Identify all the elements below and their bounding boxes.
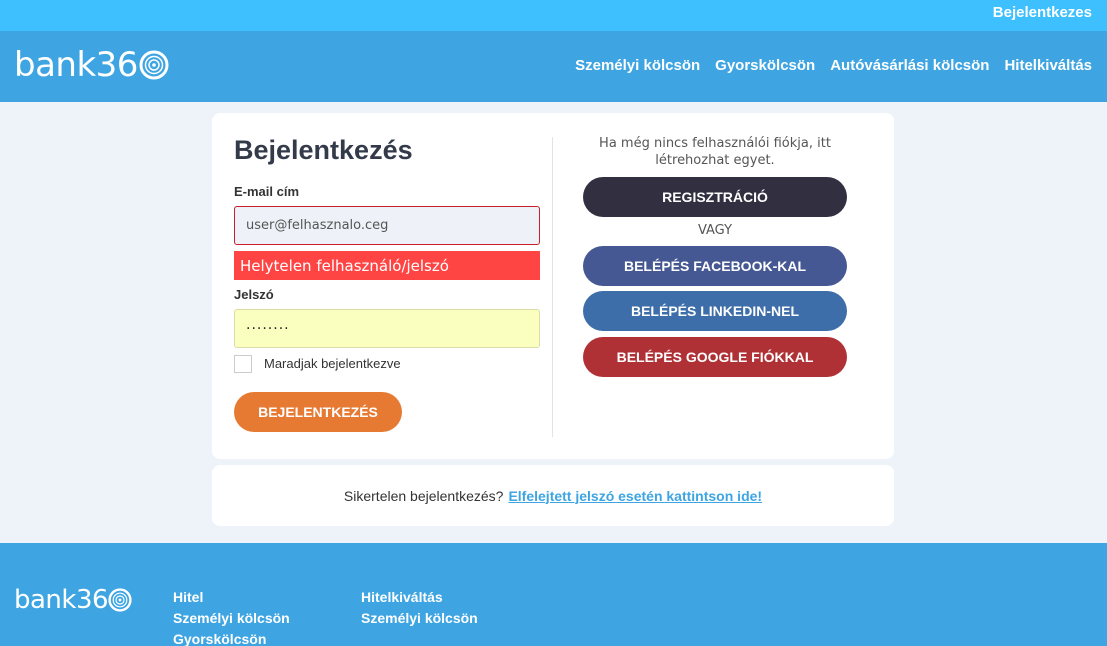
footer-logo-ring-icon — [108, 588, 132, 612]
footer-column-hitel: Hitel Személyi kölcsön Gyorskölcsön — [173, 587, 290, 646]
facebook-login-button[interactable]: BELÉPÉS FACEBOOK-KAL — [583, 246, 847, 286]
top-login-link[interactable]: Bejelentkezes — [993, 4, 1092, 21]
header: bank36 Személyi kölcsön Gyorskölcsön Aut… — [0, 31, 1107, 102]
footer-link[interactable]: Személyi kölcsön — [361, 608, 478, 629]
nav-item-szemelyi-kolcson[interactable]: Személyi kölcsön — [575, 57, 700, 74]
footer-link[interactable]: Gyorskölcsön — [173, 629, 290, 646]
footer: bank36 Hitel Személyi kölcsön Gyorskölcs… — [0, 543, 1107, 646]
password-input[interactable]: ········ — [234, 309, 540, 348]
email-input[interactable]: user@felhasznalo.ceg — [234, 206, 540, 245]
nav-item-gyorskolcson[interactable]: Gyorskölcsön — [715, 57, 815, 74]
nav-item-autovasarlasi-kolcson[interactable]: Autóvásárlási kölcsön — [830, 57, 989, 74]
linkedin-login-button[interactable]: BELÉPÉS LINKEDIN-NEL — [583, 291, 847, 331]
remember-me-checkbox[interactable] — [234, 355, 252, 373]
footer-heading[interactable]: Hitelkiváltás — [361, 587, 478, 608]
nav-item-hitelkivaltas[interactable]: Hitelkiváltás — [1004, 57, 1092, 74]
forgot-password-link[interactable]: Elfelejtett jelszó esetén kattintson ide… — [508, 488, 762, 504]
login-error-message: Helytelen felhasználó/jelszó — [234, 251, 540, 280]
login-card: Bejelentkezés E-mail cím user@felhasznal… — [212, 113, 894, 459]
main-nav: Személyi kölcsön Gyorskölcsön Autóvásárl… — [575, 57, 1092, 74]
card-divider — [552, 137, 553, 437]
footer-logo-text: bank36 — [14, 585, 109, 615]
top-bar: Bejelentkezes — [0, 0, 1107, 31]
register-prompt: Ha még nincs felhasználói fiókja, itt lé… — [599, 136, 831, 168]
or-separator: VAGY — [697, 223, 733, 238]
forgot-password-card: Sikertelen bejelentkezés? Elfelejtett je… — [212, 465, 894, 526]
footer-link[interactable]: Személyi kölcsön — [173, 608, 290, 629]
password-label: Jelszó — [234, 287, 274, 302]
login-title: Bejelentkezés — [234, 135, 413, 165]
logo-text: bank36 — [14, 45, 138, 85]
password-input-value: ········ — [246, 320, 290, 337]
register-button[interactable]: REGISZTRÁCIÓ — [583, 177, 847, 217]
email-label: E-mail cím — [234, 184, 300, 199]
bank360-logo[interactable]: bank36 — [14, 45, 169, 85]
login-button[interactable]: BEJELENTKEZÉS — [234, 392, 402, 432]
forgot-text: Sikertelen bejelentkezés? — [343, 487, 504, 504]
logo-ring-icon — [139, 50, 169, 80]
footer-heading[interactable]: Hitel — [173, 587, 290, 608]
footer-column-hitelkivaltas: Hitelkiváltás Személyi kölcsön — [361, 587, 478, 629]
remember-me-label[interactable]: Maradjak bejelentkezve — [264, 356, 401, 371]
google-login-button[interactable]: BELÉPÉS GOOGLE FIÓKKAL — [583, 337, 847, 377]
footer-logo[interactable]: bank36 — [14, 585, 132, 615]
email-input-placeholder: user@felhasznalo.ceg — [246, 218, 389, 233]
